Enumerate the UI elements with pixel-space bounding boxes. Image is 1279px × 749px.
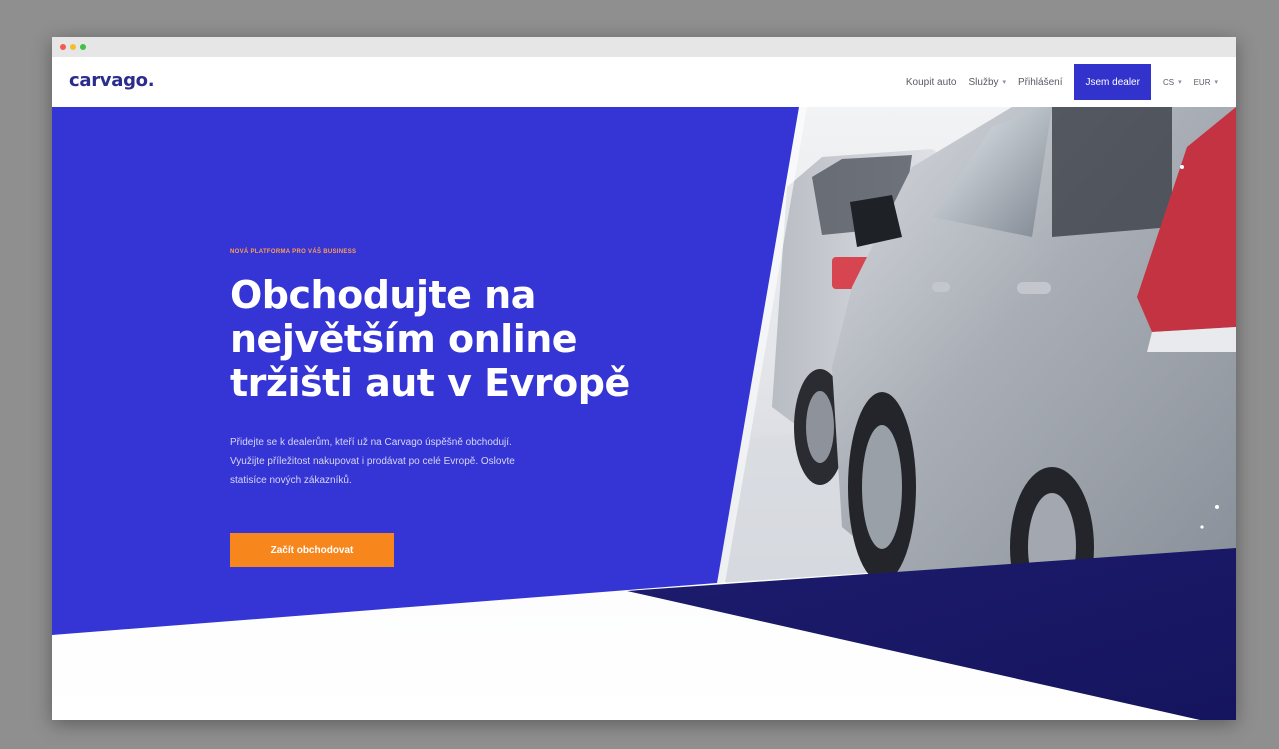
- car-photo: [717, 107, 1236, 627]
- language-label: CS: [1162, 77, 1175, 87]
- nav-login-label: Přihlášení: [1018, 76, 1063, 88]
- nav-menu: Koupit auto Služby ▾ Přihlášení Jsem dea…: [894, 64, 1218, 100]
- chevron-down-icon: ▾: [1178, 79, 1182, 86]
- start-trading-button[interactable]: Začít obchodovat: [230, 533, 394, 567]
- top-navigation: carvago. Koupit auto Služby ▾ Přihlášení…: [52, 57, 1236, 107]
- maximize-window-button[interactable]: [80, 44, 86, 50]
- nav-services-dropdown[interactable]: Služby ▾: [968, 77, 1006, 88]
- hero-background: [52, 107, 1236, 720]
- nav-buy-car-link[interactable]: Koupit auto: [906, 77, 957, 88]
- browser-window: carvago. Koupit auto Služby ▾ Přihlášení…: [52, 37, 1236, 720]
- minimize-window-button[interactable]: [70, 44, 76, 50]
- dealer-button[interactable]: Jsem dealer: [1074, 64, 1151, 100]
- language-dropdown[interactable]: CS ▾: [1163, 78, 1182, 87]
- nav-services-label: Služby: [968, 76, 999, 88]
- hero-description: Přidejte se k dealerům, kteří už na Carv…: [230, 437, 515, 486]
- currency-label: EUR: [1193, 77, 1211, 87]
- start-trading-label: Začít obchodovat: [270, 544, 354, 556]
- currency-dropdown[interactable]: EUR ▾: [1194, 78, 1218, 87]
- nav-login-link[interactable]: Přihlášení: [1018, 77, 1062, 88]
- chevron-down-icon: ▾: [1002, 79, 1007, 86]
- hero-title: Obchodujte na největším online tržišti a…: [230, 273, 630, 405]
- nav-buy-car-label: Koupit auto: [905, 76, 957, 88]
- dealer-button-label: Jsem dealer: [1085, 76, 1140, 88]
- chevron-down-icon: ▾: [1214, 79, 1218, 86]
- hero-eyebrow: NOVÁ PLATFORMA PRO VÁŠ BUSINESS: [230, 249, 357, 255]
- carvago-logo[interactable]: carvago.: [69, 70, 155, 91]
- close-window-button[interactable]: [60, 44, 66, 50]
- window-titlebar: [52, 37, 1236, 57]
- hero-section: NOVÁ PLATFORMA PRO VÁŠ BUSINESS Obchoduj…: [52, 107, 1236, 720]
